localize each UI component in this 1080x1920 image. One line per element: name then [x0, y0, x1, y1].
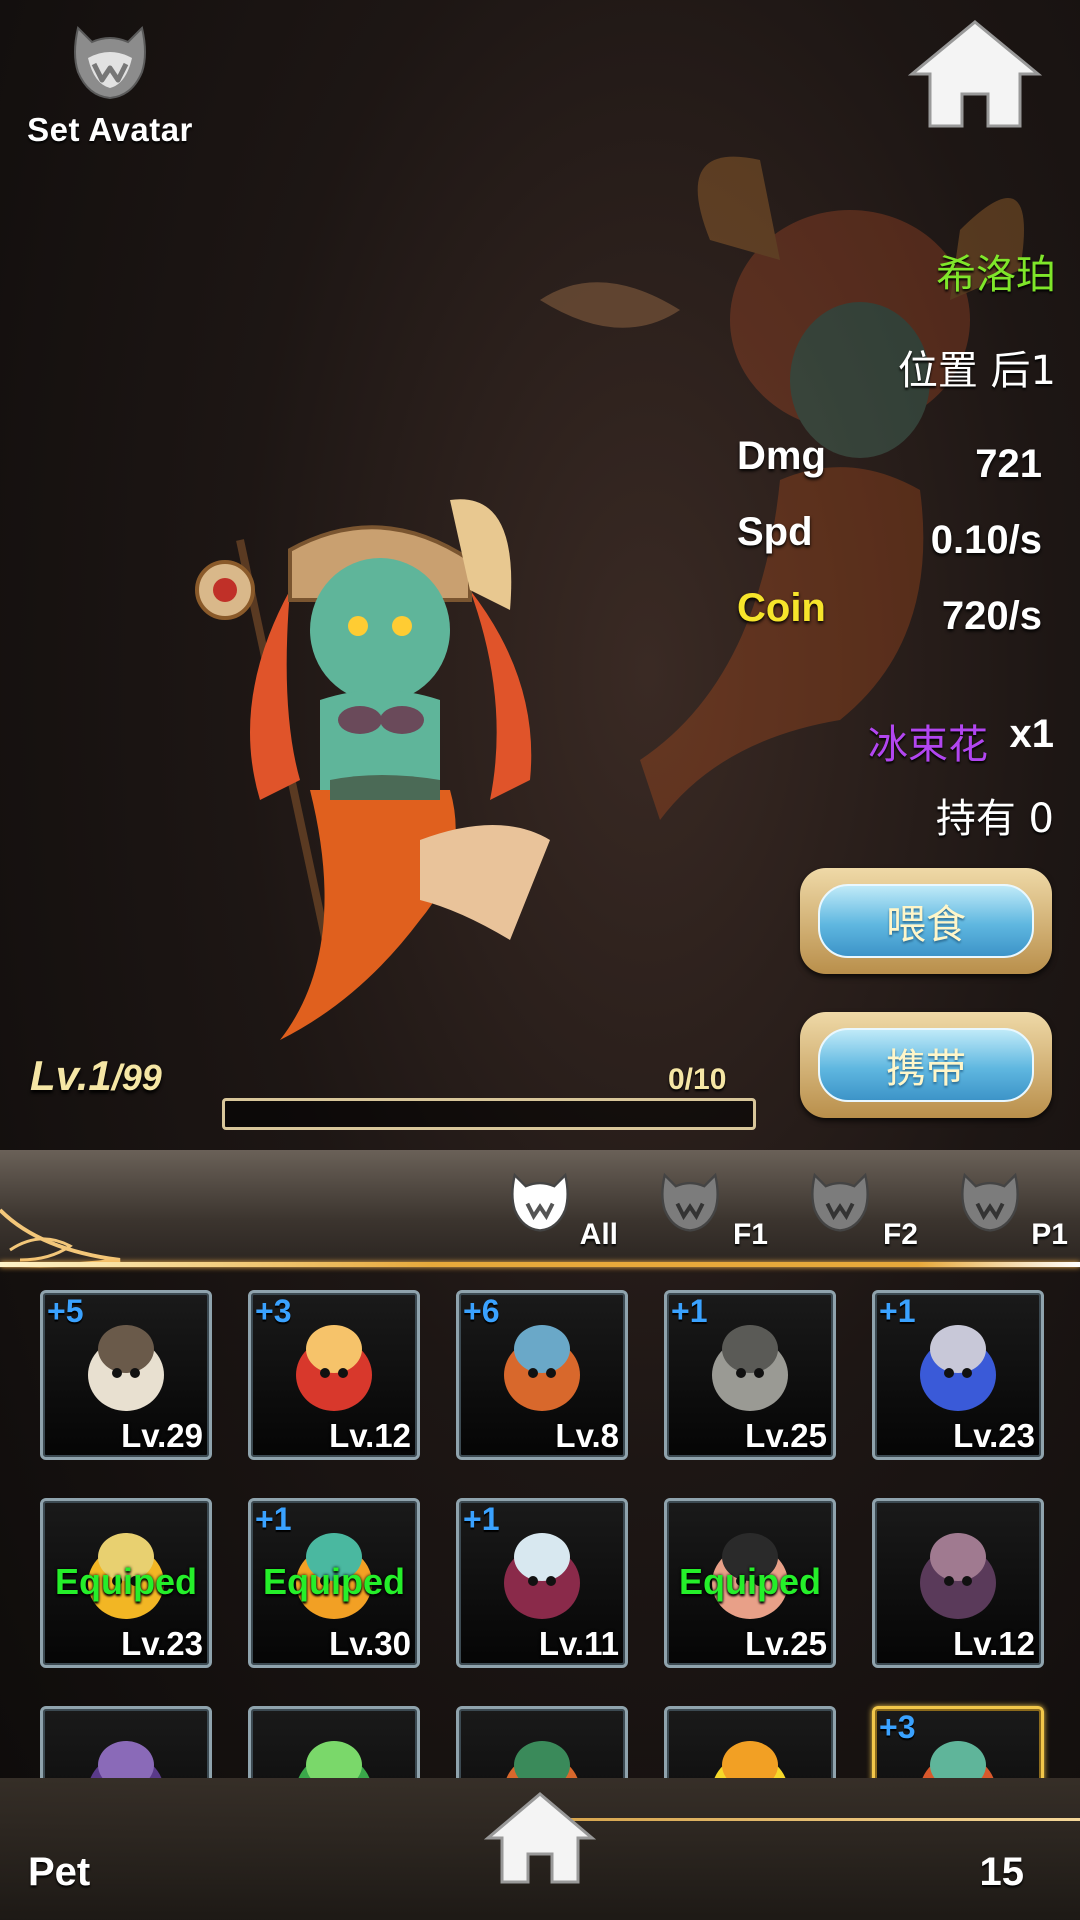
wolf-emblem-icon — [961, 1172, 1019, 1232]
wolf-emblem-icon — [74, 26, 146, 100]
pet-grid: +5 Lv.29 +3 Lv.12 +6 Lv.8 +1 Lv.25 +1 Lv.23 Equipe… — [0, 1268, 1080, 1778]
pet-level: Lv.12 — [953, 1625, 1035, 1662]
robot-egg-pet-art — [712, 1325, 788, 1411]
mermaid-pet-art — [922, 1741, 994, 1778]
mushroom-pet-art — [296, 1325, 372, 1411]
tab-p1-label: P1 — [1031, 1218, 1068, 1251]
feed-item-name: 冰束花 — [868, 722, 988, 768]
pet-slot[interactable]: Equiped Lv.25 — [664, 1498, 836, 1668]
equipped-label: Equiped — [679, 1561, 821, 1602]
pet-slot[interactable] — [40, 1706, 212, 1778]
bat-pig-pet-art — [920, 1533, 996, 1619]
bottom-divider-line — [540, 1818, 1080, 1821]
pet-slot[interactable]: +6 Lv.8 — [456, 1290, 628, 1460]
pet-slot[interactable]: +1 Lv.25 — [664, 1290, 836, 1460]
purple-bat-pet-art — [90, 1741, 162, 1778]
enhance-level-badge: +1 — [255, 1501, 292, 1537]
exp-progress-bar — [222, 1098, 756, 1130]
damage-value: 721 — [975, 442, 1042, 486]
pet-slot[interactable]: +3 Lv.12 — [248, 1290, 420, 1460]
pet-slot[interactable]: +1 Lv.23 — [872, 1290, 1044, 1460]
ornament-swirl — [0, 1208, 121, 1268]
green-sprout-pet-art — [298, 1741, 370, 1778]
level-max: /99 — [111, 1057, 162, 1098]
speed-value: 0.10/s — [930, 518, 1042, 562]
pet-slot[interactable]: Equiped Lv.23 — [40, 1498, 212, 1668]
home-icon[interactable] — [908, 18, 1042, 130]
held-count: 持有 0 — [935, 796, 1054, 842]
tab-f2-label: F2 — [882, 1218, 918, 1251]
enhance-level-badge: +1 — [879, 1293, 916, 1329]
pet-level: Lv.12 — [329, 1417, 411, 1454]
exp-text: 0/10 — [668, 1063, 727, 1096]
pet-slot[interactable]: Lv.12 — [872, 1498, 1044, 1668]
wolf-emblem-icon — [511, 1172, 569, 1232]
pet-level: Lv.23 — [121, 1625, 203, 1662]
tab-f2[interactable]: F2 — [808, 1172, 918, 1252]
pet-level: Lv.25 — [745, 1417, 827, 1454]
pet-slot[interactable]: +5 Lv.29 — [40, 1290, 212, 1460]
carry-button[interactable]: 携带 — [800, 1012, 1052, 1118]
tab-f1[interactable]: F1 — [658, 1172, 768, 1252]
pet-level: Lv.23 — [953, 1417, 1035, 1454]
pet-slot[interactable] — [456, 1706, 628, 1778]
equipped-label: Equiped — [55, 1561, 197, 1602]
level-current: Lv.1 — [30, 1052, 112, 1099]
crab-pet-art — [504, 1325, 580, 1411]
pet-level: Lv.29 — [121, 1417, 203, 1454]
pet-slot[interactable]: +3 — [872, 1706, 1044, 1778]
pet-count: 15 — [979, 1850, 1025, 1894]
feed-button-label: 喂食 — [818, 884, 1034, 958]
skull-knight-pet-art — [88, 1325, 164, 1411]
enhance-level-badge: +3 — [255, 1293, 292, 1329]
enhance-level-badge: +5 — [47, 1293, 84, 1329]
tab-all[interactable]: All — [508, 1172, 618, 1252]
set-avatar-button[interactable]: Set Avatar — [20, 24, 200, 164]
hooded-girl-pet-art — [504, 1533, 580, 1619]
feed-button[interactable]: 喂食 — [800, 868, 1052, 974]
pet-level: Lv.8 — [555, 1417, 619, 1454]
wolf-emblem-icon — [661, 1172, 719, 1232]
mermaid-character-art — [195, 499, 550, 1040]
feed-item-count: x1 — [1009, 712, 1055, 756]
pet-level: Lv.11 — [538, 1625, 619, 1662]
pet-position: 位置 后1 — [897, 348, 1056, 394]
tab-p1[interactable]: P1 — [958, 1172, 1068, 1252]
tab-f1-label: F1 — [732, 1218, 768, 1251]
pet-level: Lv.25 — [745, 1625, 827, 1662]
enhance-level-badge: +1 — [463, 1501, 500, 1537]
damage-label: Dmg — [737, 434, 826, 478]
coin-value: 720/s — [941, 594, 1042, 638]
orange-horn-pet-art — [506, 1741, 578, 1778]
pet-level: Lv.30 — [329, 1625, 411, 1662]
wolf-emblem-icon — [811, 1172, 869, 1232]
section-title: Pet — [28, 1850, 91, 1894]
tab-divider-line — [0, 1262, 1080, 1267]
equipped-label: Equiped — [263, 1561, 405, 1602]
level-display: Lv.1/99 — [30, 1052, 162, 1100]
pet-name: 希洛珀 — [936, 252, 1056, 298]
enhance-level-badge: +3 — [879, 1709, 916, 1745]
pet-slot[interactable] — [248, 1706, 420, 1778]
enhance-level-badge: +1 — [671, 1293, 708, 1329]
speed-label: Spd — [737, 510, 813, 554]
enhance-level-badge: +6 — [463, 1293, 500, 1329]
set-avatar-label: Set Avatar — [27, 111, 193, 148]
yellow-chick-pet-art — [714, 1741, 786, 1778]
pet-slot[interactable]: +1 Equiped Lv.30 — [248, 1498, 420, 1668]
coin-label: Coin — [737, 586, 826, 630]
sword-dragon-pet-art — [920, 1325, 996, 1411]
tab-all-label: All — [579, 1218, 618, 1251]
home-icon[interactable] — [484, 1790, 596, 1886]
pet-slot[interactable]: +1 Lv.11 — [456, 1498, 628, 1668]
carry-button-label: 携带 — [818, 1028, 1034, 1102]
pet-slot[interactable] — [664, 1706, 836, 1778]
